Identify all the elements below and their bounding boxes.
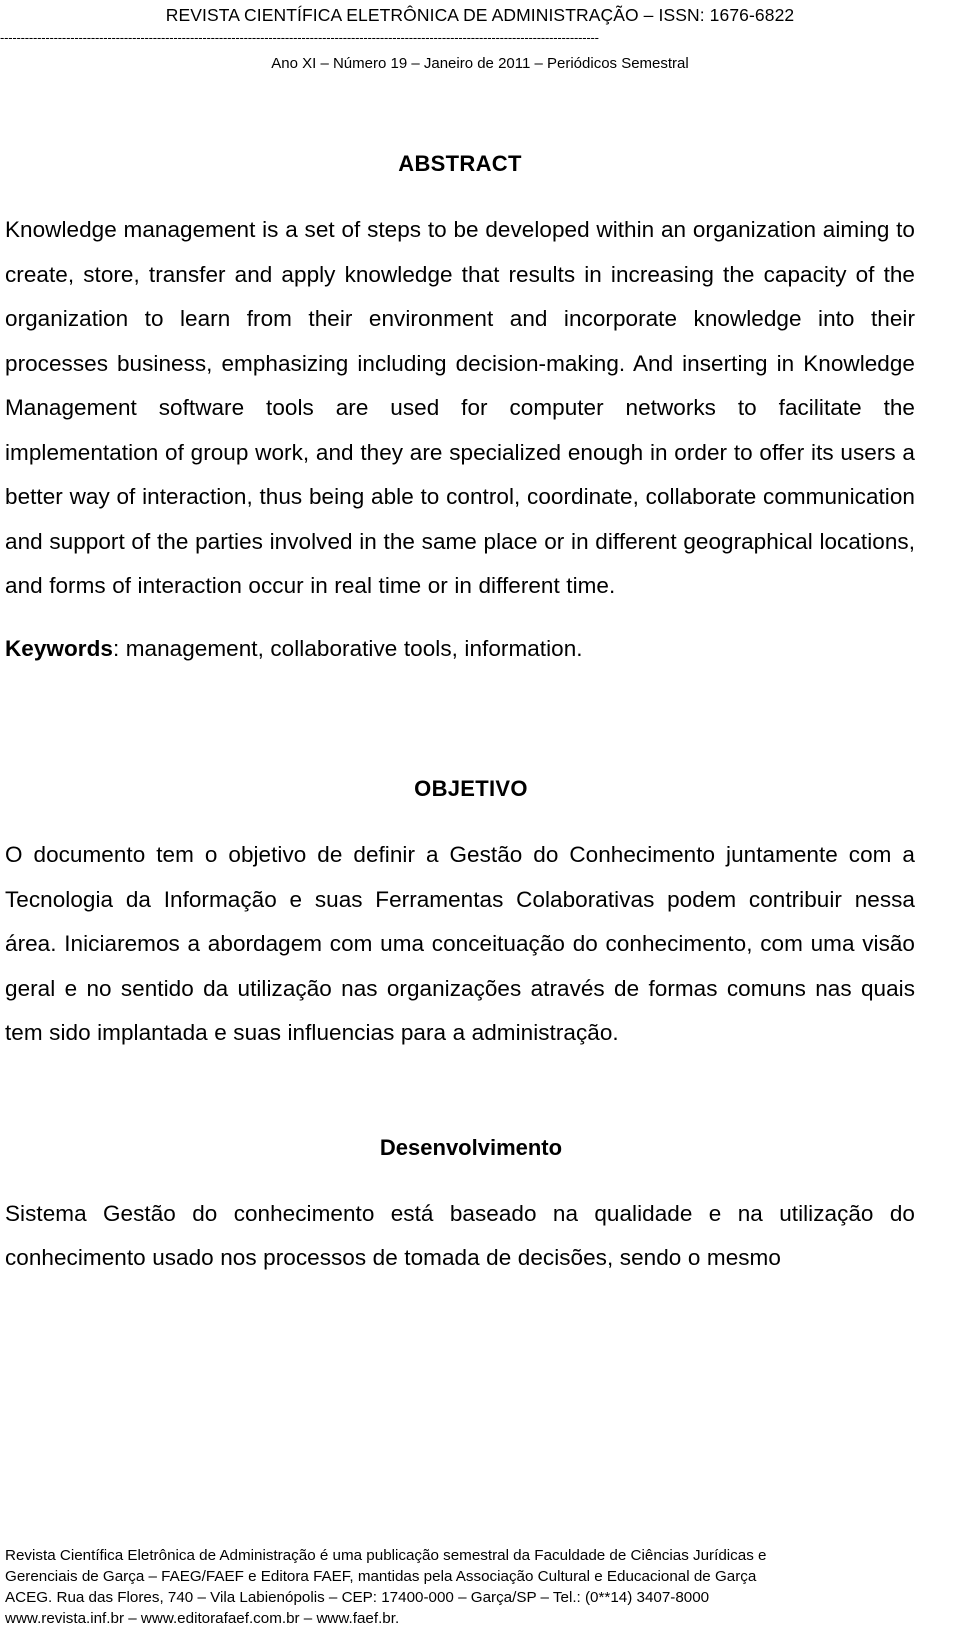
abstract-heading: ABSTRACT bbox=[398, 151, 522, 176]
keywords-value: : management, collaborative tools, infor… bbox=[112, 635, 583, 661]
desenvolvimento-heading: Desenvolvimento bbox=[379, 1134, 563, 1160]
content-column: ABSTRACT Knowledge management is a set o… bbox=[5, 150, 915, 1281]
objetivo-paragraph: O documento tem o objetivo de definir a … bbox=[5, 842, 915, 1045]
journal-title: REVISTA CIENTÍFICA ELETRÔNICA DE ADMINIS… bbox=[165, 5, 795, 25]
dashed-divider: ----------------------------------------… bbox=[0, 31, 599, 45]
document-page: REVISTA CIENTÍFICA ELETRÔNICA DE ADMINIS… bbox=[0, 0, 960, 1652]
footer-line-1: Revista Científica Eletrônica de Adminis… bbox=[5, 1547, 767, 1564]
keywords-line: Keywords: management, collaborative tool… bbox=[5, 627, 915, 672]
desenvolvimento-paragraph: Sistema Gestão do conhecimento está base… bbox=[5, 1200, 915, 1271]
issue-line: Ano XI – Número 19 – Janeiro de 2011 – P… bbox=[271, 55, 689, 72]
footer-line-3: ACEG. Rua das Flores, 740 – Vila Labienó… bbox=[5, 1589, 710, 1606]
footer-line-2: Gerenciais de Garça – FAEG/FAEF e Editor… bbox=[5, 1568, 757, 1585]
footer-line-4: www.revista.inf.br – www.editorafaef.com… bbox=[5, 1610, 400, 1627]
objetivo-heading: OBJETIVO bbox=[414, 776, 528, 801]
page-footer: Revista Científica Eletrônica de Adminis… bbox=[5, 1545, 935, 1629]
abstract-paragraph: Knowledge management is a set of steps t… bbox=[5, 217, 915, 598]
keywords-label: Keywords bbox=[5, 635, 113, 661]
masthead: REVISTA CIENTÍFICA ELETRÔNICA DE ADMINIS… bbox=[0, 0, 960, 74]
